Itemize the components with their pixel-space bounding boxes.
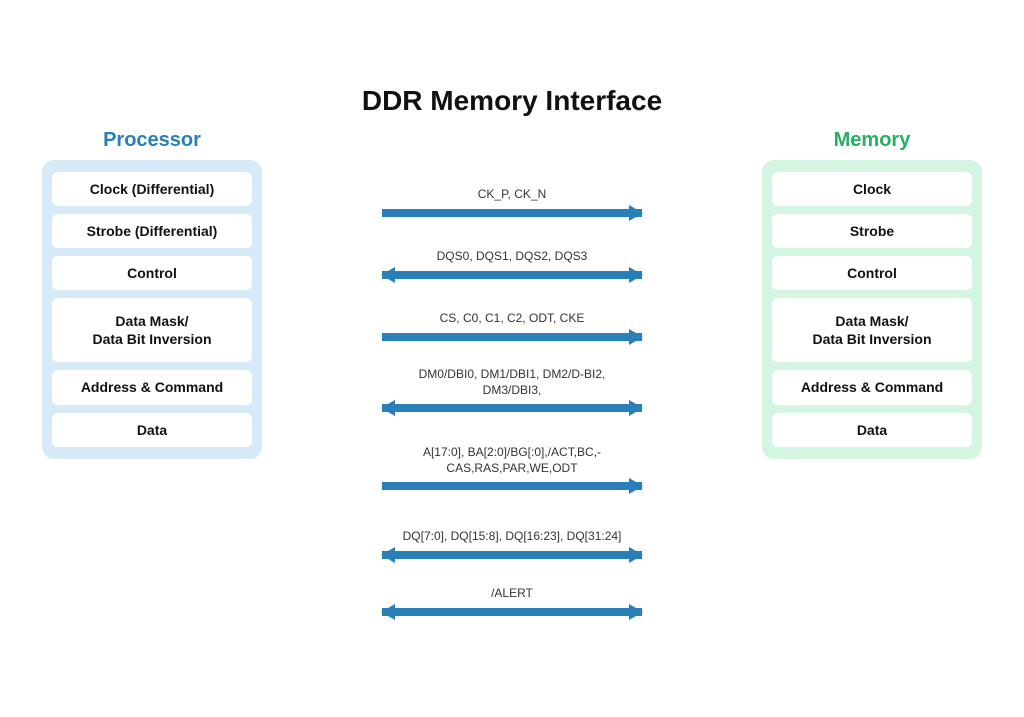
arrow-line-7: [382, 604, 642, 620]
arrow-row-7: /ALERT: [342, 571, 682, 623]
arrow-label-4: DM0/DBI0, DM1/DBI1, DM2/D-BI2, DM3/DBI3,: [392, 367, 632, 398]
arrow-line-6: [382, 547, 642, 563]
arrow-row-3: CS, C0, C1, C2, ODT, CKE: [342, 291, 682, 353]
memory-block-dmask: Data Mask/Data Bit Inversion: [772, 298, 972, 362]
processor-block-strobe: Strobe (Differential): [52, 214, 252, 248]
processor-column: Processor Clock (Differential) Strobe (D…: [42, 129, 262, 623]
processor-block-clk: Clock (Differential): [52, 172, 252, 206]
memory-block-data: Data: [772, 413, 972, 447]
arrow-row-4: DM0/DBI0, DM1/DBI1, DM2/D-BI2, DM3/DBI3,: [342, 353, 682, 431]
arrow-label-3: CS, C0, C1, C2, ODT, CKE: [440, 299, 585, 327]
arrow-both-7: [382, 608, 642, 616]
arrow-right-1: [382, 209, 642, 217]
processor-block-addr: Address & Command: [52, 370, 252, 404]
arrow-line-5: [382, 478, 642, 494]
arrow-line-2: [382, 267, 642, 283]
memory-block-clk: Clock: [772, 172, 972, 206]
arrow-label-5: A[17:0], BA[2:0]/BG[:0],/ACT,BC,-CAS,RAS…: [392, 445, 632, 476]
memory-box: Clock Strobe Control Data Mask/Data Bit …: [762, 160, 982, 459]
arrow-row-5: A[17:0], BA[2:0]/BG[:0],/ACT,BC,-CAS,RAS…: [342, 431, 682, 509]
arrow-both-2: [382, 271, 642, 279]
arrow-label-7: /ALERT: [491, 574, 533, 602]
memory-block-ctrl: Control: [772, 256, 972, 290]
arrow-line-4: [382, 400, 642, 416]
arrow-row-6: DQ[7:0], DQ[15:8], DQ[16:23], DQ[31:24]: [342, 509, 682, 571]
main-title: DDR Memory Interface: [42, 85, 982, 117]
columns-wrapper: Processor Clock (Differential) Strobe (D…: [42, 129, 982, 623]
arrow-label-1: CK_P, CK_N: [478, 175, 546, 203]
arrows-column: CK_P, CK_N DQS0, DQS1, DQS2, DQS3 CS, C0…: [342, 129, 682, 623]
arrow-both-4: [382, 404, 642, 412]
memory-column: Memory Clock Strobe Control Data Mask/Da…: [762, 129, 982, 623]
memory-block-addr: Address & Command: [772, 370, 972, 404]
arrow-right-3: [382, 333, 642, 341]
arrow-row-1: CK_P, CK_N: [342, 167, 682, 229]
arrow-row-2: DQS0, DQS1, DQS2, DQS3: [342, 229, 682, 291]
arrow-right-5: [382, 482, 642, 490]
processor-box: Clock (Differential) Strobe (Differentia…: [42, 160, 262, 459]
arrow-line-3: [382, 329, 642, 345]
diagram-container: DDR Memory Interface Processor Clock (Di…: [22, 75, 1002, 643]
arrow-label-2: DQS0, DQS1, DQS2, DQS3: [437, 237, 588, 265]
memory-block-strobe: Strobe: [772, 214, 972, 248]
arrow-both-6: [382, 551, 642, 559]
arrow-label-6: DQ[7:0], DQ[15:8], DQ[16:23], DQ[31:24]: [403, 517, 622, 545]
processor-title: Processor: [103, 129, 201, 152]
memory-title: Memory: [834, 129, 911, 152]
processor-block-data: Data: [52, 413, 252, 447]
processor-block-ctrl: Control: [52, 256, 252, 290]
arrow-line-1: [382, 205, 642, 221]
processor-block-dmask: Data Mask/Data Bit Inversion: [52, 298, 252, 362]
